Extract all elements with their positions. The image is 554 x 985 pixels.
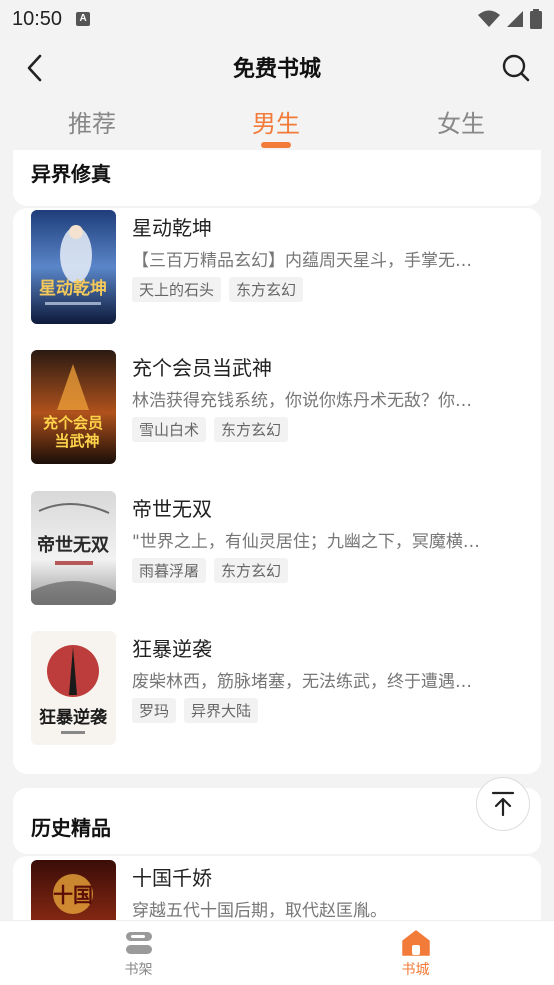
section-title: 异界修真 xyxy=(31,162,111,186)
tab-recommend[interactable]: 推荐 xyxy=(0,96,184,148)
bookshelf-icon xyxy=(125,932,152,954)
author-tag: 罗玛 xyxy=(132,698,177,723)
section-header-card: 历史精品 xyxy=(13,788,541,854)
tab-female[interactable]: 女生 xyxy=(368,96,554,148)
book-item[interactable]: 充个会员 当武神 充个会员当武神 林浩获得充钱系统，你说你炼丹术无敌？你… 雪山… xyxy=(31,350,529,466)
notification-icon: A xyxy=(76,12,91,26)
book-title: 充个会员当武神 xyxy=(132,356,272,380)
page-title: 免费书城 xyxy=(232,57,321,82)
author-tag: 雪山白术 xyxy=(132,417,207,442)
book-list-card: 星动乾坤 星动乾坤 【三百万精品玄幻】内蕴周天星斗，手掌无… 天上的石头 东方玄… xyxy=(13,208,541,774)
book-title: 十国千娇 xyxy=(132,866,212,890)
genre-tag: 东方玄幻 xyxy=(214,417,289,442)
book-description: 穿越五代十国后期，取代赵匡胤。 xyxy=(132,901,387,921)
book-tags: 雪山白术 东方玄幻 xyxy=(132,417,289,442)
author-tag: 天上的石头 xyxy=(132,277,222,302)
nav-bookshelf[interactable]: 书架 xyxy=(0,921,277,985)
book-description: 林浩获得充钱系统，你说你炼丹术无敌？你… xyxy=(132,391,472,411)
genre-tag: 东方玄幻 xyxy=(214,558,289,583)
section-header-card: 异界修真 xyxy=(13,150,541,206)
tab-male[interactable]: 男生 xyxy=(184,96,368,148)
genre-tag: 东方玄幻 xyxy=(229,277,304,302)
book-description: "世界之上，有仙灵居住；九幽之下，冥魔横… xyxy=(132,532,480,552)
genre-tag: 异界大陆 xyxy=(184,698,259,723)
status-bar: 10:50 A xyxy=(0,0,554,38)
book-tags: 天上的石头 东方玄幻 xyxy=(132,277,304,302)
book-title: 狂暴逆袭 xyxy=(132,637,212,661)
nav-bookshelf-label: 书架 xyxy=(124,962,153,978)
book-cover: 星动乾坤 xyxy=(31,210,116,324)
author-tag: 雨暮浮屠 xyxy=(132,558,207,583)
book-description: 【三百万精品玄幻】内蕴周天星斗，手掌无… xyxy=(132,251,472,271)
signal-icon xyxy=(507,11,523,27)
search-button[interactable] xyxy=(500,52,532,84)
category-tabs: 推荐 男生 女生 xyxy=(0,96,554,148)
book-item[interactable]: 狂暴逆袭 狂暴逆袭 废柴林西，筋脉堵塞，无法练武，终于遭遇… 罗玛 异界大陆 xyxy=(31,631,529,747)
section-title: 历史精品 xyxy=(31,816,111,840)
system-icons xyxy=(478,9,542,29)
nav-bookstore[interactable]: 书城 xyxy=(277,921,554,985)
home-icon xyxy=(401,930,430,956)
status-time: 10:50 xyxy=(12,7,63,30)
book-title: 星动乾坤 xyxy=(132,216,212,240)
book-cover: 狂暴逆袭 xyxy=(31,631,116,745)
book-cover: 帝世无双 xyxy=(31,491,116,605)
svg-text:狂暴逆袭: 狂暴逆袭 xyxy=(39,707,108,728)
wifi-icon xyxy=(478,10,500,27)
back-to-top-button[interactable] xyxy=(476,777,530,831)
book-title: 帝世无双 xyxy=(132,497,212,521)
bottom-navigation: 书架 书城 xyxy=(0,920,554,985)
svg-text:帝世无双: 帝世无双 xyxy=(37,534,109,556)
svg-text:十国: 十国 xyxy=(53,883,93,907)
search-icon xyxy=(502,54,530,82)
arrow-up-icon xyxy=(491,791,515,817)
app-header: 免费书城 xyxy=(0,38,554,96)
book-tags: 罗玛 异界大陆 xyxy=(132,698,259,723)
book-item[interactable]: 星动乾坤 星动乾坤 【三百万精品玄幻】内蕴周天星斗，手掌无… 天上的石头 东方玄… xyxy=(31,210,529,326)
svg-text:星动乾坤: 星动乾坤 xyxy=(39,278,107,299)
battery-icon xyxy=(530,9,542,29)
svg-text:充个会员: 充个会员 xyxy=(43,414,103,432)
book-tags: 雨暮浮屠 东方玄幻 xyxy=(132,558,289,583)
book-cover: 充个会员 当武神 xyxy=(31,350,116,464)
nav-bookstore-label: 书城 xyxy=(401,962,430,978)
svg-text:当武神: 当武神 xyxy=(54,432,99,450)
book-description: 废柴林西，筋脉堵塞，无法练武，终于遭遇… xyxy=(132,672,472,692)
book-item[interactable]: 帝世无双 帝世无双 "世界之上，有仙灵居住；九幽之下，冥魔横… 雨暮浮屠 东方玄… xyxy=(31,491,529,607)
back-button[interactable] xyxy=(18,52,50,84)
chevron-left-icon xyxy=(27,54,42,82)
